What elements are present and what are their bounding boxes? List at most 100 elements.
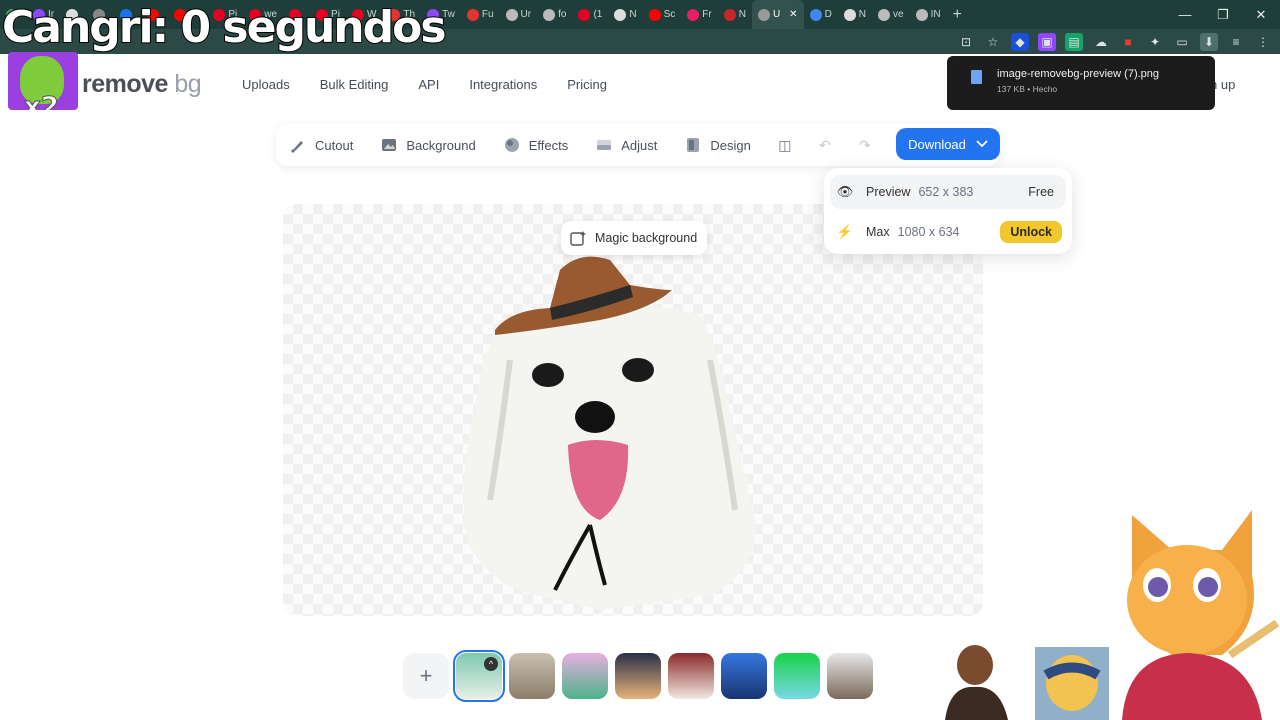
- compare-icon[interactable]: ◫: [765, 124, 805, 166]
- preview-dims: 652 x 383: [918, 185, 974, 199]
- tab-favicon-icon: [723, 8, 736, 21]
- tool-effects-label: Effects: [528, 137, 569, 153]
- thumbnail-item[interactable]: ^: [453, 650, 505, 702]
- browser-tab[interactable]: N: [838, 0, 872, 29]
- redo-icon[interactable]: ↷: [845, 124, 885, 166]
- browser-tab[interactable]: ve: [872, 0, 910, 29]
- vtuber-cat-avatar: [1122, 510, 1280, 720]
- eye-icon: 👁: [836, 184, 854, 199]
- browser-tab[interactable]: Sc: [643, 0, 682, 29]
- file-icon: [971, 70, 982, 84]
- tab-label: (1: [593, 9, 603, 20]
- editor-toolbar: Cutout Background Effects Adjust Design …: [276, 124, 1000, 166]
- tab-label: U: [772, 9, 781, 20]
- extension-red-icon[interactable]: ■: [1119, 33, 1137, 51]
- tab-favicon-icon: [614, 8, 627, 21]
- tool-adjust[interactable]: Adjust: [582, 124, 671, 166]
- chevron-down-icon: [976, 140, 988, 148]
- multiplier-label: x2: [24, 92, 60, 111]
- tab-label: IN: [930, 9, 941, 20]
- dog-cutout-image: [463, 256, 756, 610]
- logo-text-bg: bg: [174, 70, 202, 98]
- browser-tab[interactable]: fo: [537, 0, 572, 29]
- download-preview-option[interactable]: 👁 Preview 652 x 383 Free: [830, 175, 1066, 209]
- browser-tab[interactable]: D: [804, 0, 838, 29]
- tab-label: fo: [558, 9, 567, 20]
- browser-tab[interactable]: Fu: [461, 0, 500, 29]
- extension-green-icon[interactable]: ▤: [1065, 32, 1083, 51]
- download-filename: image-removebg-preview (7).png: [997, 68, 1160, 80]
- streamer-cam-overlay: [940, 645, 1110, 720]
- browser-tab[interactable]: N: [718, 0, 752, 29]
- close-tab-icon[interactable]: ✕: [789, 9, 797, 20]
- extensions-puzzle-icon[interactable]: ✦: [1146, 33, 1164, 51]
- max-label: Max: [866, 225, 890, 239]
- sparkle-image-icon: [570, 230, 586, 246]
- thumbnail-item[interactable]: [509, 653, 555, 699]
- tab-label: D: [824, 9, 832, 20]
- layout-icon: [687, 138, 700, 152]
- close-window-button[interactable]: ✕: [1242, 0, 1280, 29]
- thumbnail-strip: + ^: [403, 650, 873, 702]
- main-nav: Uploads Bulk Editing API Integrations Pr…: [242, 77, 607, 92]
- tool-effects[interactable]: Effects: [490, 124, 583, 166]
- thumbnail-item[interactable]: [721, 653, 767, 699]
- nav-uploads[interactable]: Uploads: [242, 77, 290, 92]
- tab-favicon-icon: [915, 8, 928, 21]
- thumbnail-item[interactable]: [827, 653, 873, 699]
- thumbnail-item[interactable]: [668, 653, 714, 699]
- install-icon[interactable]: ⊡: [957, 33, 975, 51]
- tab-favicon-icon: [809, 8, 822, 21]
- unlock-button[interactable]: Unlock: [1000, 221, 1062, 243]
- bookmark-star-icon[interactable]: ☆: [984, 33, 1002, 51]
- download-max-option[interactable]: ⚡ Max 1080 x 634 Unlock: [830, 215, 1066, 249]
- extension-twitch-icon[interactable]: ▣: [1038, 32, 1056, 51]
- tab-label: N: [858, 9, 867, 20]
- nav-pricing[interactable]: Pricing: [567, 77, 607, 92]
- download-meta: 137 KB • Hecho: [997, 84, 1058, 94]
- tab-favicon-icon: [687, 8, 700, 21]
- extension-shield-icon[interactable]: ◆: [1011, 32, 1029, 51]
- thumbnail-item[interactable]: [562, 653, 608, 699]
- browser-tab[interactable]: Ur: [500, 0, 538, 29]
- removebg-logo[interactable]: remove bg: [82, 70, 202, 99]
- thumbnail-item[interactable]: [615, 653, 661, 699]
- minimize-button[interactable]: —: [1166, 0, 1204, 29]
- preview-price: Free: [1028, 185, 1054, 199]
- browser-tab[interactable]: IN: [910, 0, 947, 29]
- lightning-icon: ⚡: [836, 224, 854, 239]
- undo-icon[interactable]: ↶: [805, 124, 845, 166]
- download-notification[interactable]: image-removebg-preview (7).png 137 KB • …: [947, 56, 1215, 110]
- browser-tab[interactable]: N: [608, 0, 642, 29]
- browser-tab[interactable]: Fr: [681, 0, 717, 29]
- tool-cutout[interactable]: Cutout: [276, 124, 367, 166]
- downloads-icon[interactable]: ⬇: [1200, 32, 1218, 51]
- download-menu: 👁 Preview 652 x 383 Free ⚡ Max 1080 x 63…: [824, 168, 1072, 254]
- stream-overlay-title: Cangri: 0 segundos: [1, 2, 448, 53]
- thumbnail-item[interactable]: [774, 653, 820, 699]
- add-image-button[interactable]: +: [403, 653, 449, 699]
- tab-label: Fu: [481, 9, 494, 20]
- tool-design[interactable]: Design: [671, 124, 764, 166]
- nav-api[interactable]: API: [418, 77, 439, 92]
- brush-icon: [291, 141, 303, 153]
- new-tab-button[interactable]: +: [947, 0, 968, 29]
- tab-label: N: [629, 9, 637, 20]
- extension-cloud-icon[interactable]: ☁: [1092, 33, 1110, 51]
- browser-tab[interactable]: U ✕: [751, 0, 804, 29]
- magic-background-button[interactable]: Magic background: [561, 221, 707, 255]
- chevron-up-icon[interactable]: ^: [484, 657, 498, 671]
- nav-bulk-editing[interactable]: Bulk Editing: [320, 77, 389, 92]
- menu-dots-icon[interactable]: ⋮: [1254, 33, 1272, 51]
- tab-favicon-icon: [757, 8, 770, 21]
- tool-background[interactable]: Background: [367, 124, 489, 166]
- tab-favicon-icon: [466, 8, 479, 21]
- cast-icon[interactable]: ▭: [1173, 33, 1191, 51]
- restore-button[interactable]: ❐: [1204, 0, 1242, 29]
- browser-tab[interactable]: (1: [572, 0, 608, 29]
- download-button[interactable]: Download: [896, 128, 1000, 160]
- media-icon[interactable]: ≡: [1227, 33, 1245, 51]
- nav-integrations[interactable]: Integrations: [469, 77, 537, 92]
- tab-label: N: [738, 9, 746, 20]
- image-icon: [382, 139, 397, 151]
